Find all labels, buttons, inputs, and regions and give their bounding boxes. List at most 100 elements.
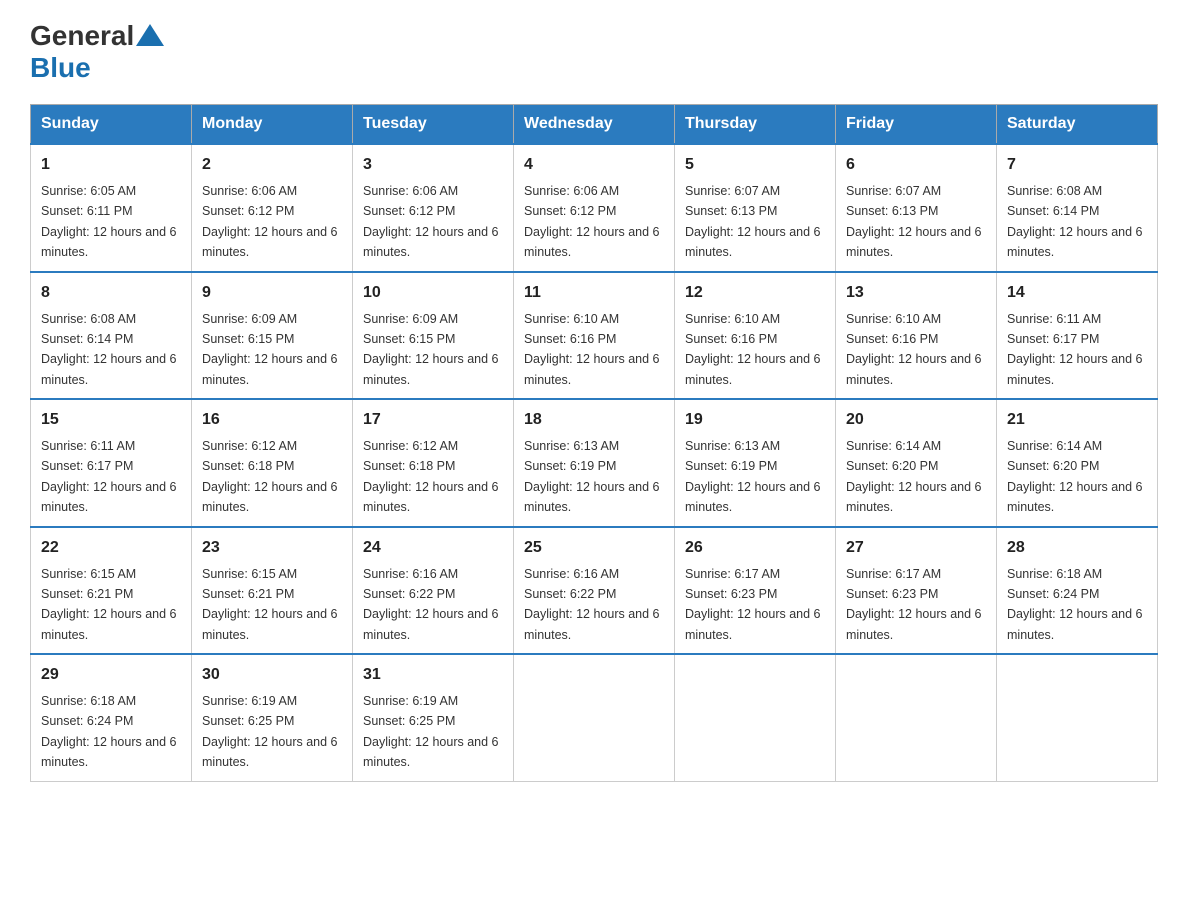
day-info: Sunrise: 6:14 AMSunset: 6:20 PMDaylight:… xyxy=(846,439,982,514)
logo-blue-text: Blue xyxy=(30,52,91,83)
calendar-cell: 31 Sunrise: 6:19 AMSunset: 6:25 PMDaylig… xyxy=(353,654,514,781)
day-number: 2 xyxy=(202,153,342,177)
calendar-cell: 5 Sunrise: 6:07 AMSunset: 6:13 PMDayligh… xyxy=(675,144,836,272)
logo-general: General xyxy=(30,20,134,51)
calendar-cell: 21 Sunrise: 6:14 AMSunset: 6:20 PMDaylig… xyxy=(997,399,1158,527)
col-header-monday: Monday xyxy=(192,105,353,145)
calendar-cell: 4 Sunrise: 6:06 AMSunset: 6:12 PMDayligh… xyxy=(514,144,675,272)
day-number: 13 xyxy=(846,281,986,305)
day-info: Sunrise: 6:06 AMSunset: 6:12 PMDaylight:… xyxy=(363,184,499,259)
col-header-thursday: Thursday xyxy=(675,105,836,145)
day-info: Sunrise: 6:19 AMSunset: 6:25 PMDaylight:… xyxy=(202,694,338,769)
day-number: 30 xyxy=(202,663,342,687)
day-info: Sunrise: 6:11 AMSunset: 6:17 PMDaylight:… xyxy=(1007,312,1143,387)
calendar-cell xyxy=(514,654,675,781)
col-header-friday: Friday xyxy=(836,105,997,145)
logo-triangle-icon xyxy=(136,24,164,46)
day-info: Sunrise: 6:16 AMSunset: 6:22 PMDaylight:… xyxy=(363,567,499,642)
week-row-1: 1 Sunrise: 6:05 AMSunset: 6:11 PMDayligh… xyxy=(31,144,1158,272)
day-number: 26 xyxy=(685,536,825,560)
day-number: 20 xyxy=(846,408,986,432)
day-number: 31 xyxy=(363,663,503,687)
calendar-cell: 28 Sunrise: 6:18 AMSunset: 6:24 PMDaylig… xyxy=(997,527,1158,655)
calendar-cell: 30 Sunrise: 6:19 AMSunset: 6:25 PMDaylig… xyxy=(192,654,353,781)
week-row-3: 15 Sunrise: 6:11 AMSunset: 6:17 PMDaylig… xyxy=(31,399,1158,527)
day-info: Sunrise: 6:18 AMSunset: 6:24 PMDaylight:… xyxy=(1007,567,1143,642)
day-number: 6 xyxy=(846,153,986,177)
day-info: Sunrise: 6:07 AMSunset: 6:13 PMDaylight:… xyxy=(685,184,821,259)
day-info: Sunrise: 6:19 AMSunset: 6:25 PMDaylight:… xyxy=(363,694,499,769)
col-header-saturday: Saturday xyxy=(997,105,1158,145)
day-number: 10 xyxy=(363,281,503,305)
day-info: Sunrise: 6:09 AMSunset: 6:15 PMDaylight:… xyxy=(202,312,338,387)
day-info: Sunrise: 6:08 AMSunset: 6:14 PMDaylight:… xyxy=(41,312,177,387)
day-number: 14 xyxy=(1007,281,1147,305)
day-number: 29 xyxy=(41,663,181,687)
day-info: Sunrise: 6:13 AMSunset: 6:19 PMDaylight:… xyxy=(685,439,821,514)
week-row-2: 8 Sunrise: 6:08 AMSunset: 6:14 PMDayligh… xyxy=(31,272,1158,400)
calendar-cell: 19 Sunrise: 6:13 AMSunset: 6:19 PMDaylig… xyxy=(675,399,836,527)
col-header-tuesday: Tuesday xyxy=(353,105,514,145)
calendar-cell: 24 Sunrise: 6:16 AMSunset: 6:22 PMDaylig… xyxy=(353,527,514,655)
day-info: Sunrise: 6:17 AMSunset: 6:23 PMDaylight:… xyxy=(685,567,821,642)
day-number: 8 xyxy=(41,281,181,305)
day-info: Sunrise: 6:06 AMSunset: 6:12 PMDaylight:… xyxy=(202,184,338,259)
calendar-cell: 6 Sunrise: 6:07 AMSunset: 6:13 PMDayligh… xyxy=(836,144,997,272)
calendar-cell: 11 Sunrise: 6:10 AMSunset: 6:16 PMDaylig… xyxy=(514,272,675,400)
calendar-cell: 29 Sunrise: 6:18 AMSunset: 6:24 PMDaylig… xyxy=(31,654,192,781)
calendar-cell: 25 Sunrise: 6:16 AMSunset: 6:22 PMDaylig… xyxy=(514,527,675,655)
day-info: Sunrise: 6:07 AMSunset: 6:13 PMDaylight:… xyxy=(846,184,982,259)
day-info: Sunrise: 6:11 AMSunset: 6:17 PMDaylight:… xyxy=(41,439,177,514)
day-info: Sunrise: 6:15 AMSunset: 6:21 PMDaylight:… xyxy=(41,567,177,642)
calendar-cell: 27 Sunrise: 6:17 AMSunset: 6:23 PMDaylig… xyxy=(836,527,997,655)
calendar-cell: 15 Sunrise: 6:11 AMSunset: 6:17 PMDaylig… xyxy=(31,399,192,527)
calendar-header-row: SundayMondayTuesdayWednesdayThursdayFrid… xyxy=(31,105,1158,145)
day-number: 19 xyxy=(685,408,825,432)
day-number: 9 xyxy=(202,281,342,305)
day-info: Sunrise: 6:12 AMSunset: 6:18 PMDaylight:… xyxy=(202,439,338,514)
calendar-table: SundayMondayTuesdayWednesdayThursdayFrid… xyxy=(30,104,1158,782)
day-number: 7 xyxy=(1007,153,1147,177)
calendar-cell: 20 Sunrise: 6:14 AMSunset: 6:20 PMDaylig… xyxy=(836,399,997,527)
day-info: Sunrise: 6:16 AMSunset: 6:22 PMDaylight:… xyxy=(524,567,660,642)
day-number: 17 xyxy=(363,408,503,432)
calendar-cell: 22 Sunrise: 6:15 AMSunset: 6:21 PMDaylig… xyxy=(31,527,192,655)
calendar-cell xyxy=(675,654,836,781)
calendar-cell: 13 Sunrise: 6:10 AMSunset: 6:16 PMDaylig… xyxy=(836,272,997,400)
calendar-cell: 14 Sunrise: 6:11 AMSunset: 6:17 PMDaylig… xyxy=(997,272,1158,400)
week-row-4: 22 Sunrise: 6:15 AMSunset: 6:21 PMDaylig… xyxy=(31,527,1158,655)
day-number: 15 xyxy=(41,408,181,432)
day-number: 18 xyxy=(524,408,664,432)
day-info: Sunrise: 6:13 AMSunset: 6:19 PMDaylight:… xyxy=(524,439,660,514)
day-info: Sunrise: 6:09 AMSunset: 6:15 PMDaylight:… xyxy=(363,312,499,387)
calendar-cell: 16 Sunrise: 6:12 AMSunset: 6:18 PMDaylig… xyxy=(192,399,353,527)
day-number: 27 xyxy=(846,536,986,560)
day-number: 24 xyxy=(363,536,503,560)
logo: General Blue xyxy=(30,20,164,84)
day-info: Sunrise: 6:17 AMSunset: 6:23 PMDaylight:… xyxy=(846,567,982,642)
day-number: 21 xyxy=(1007,408,1147,432)
calendar-cell: 18 Sunrise: 6:13 AMSunset: 6:19 PMDaylig… xyxy=(514,399,675,527)
day-number: 11 xyxy=(524,281,664,305)
col-header-wednesday: Wednesday xyxy=(514,105,675,145)
day-info: Sunrise: 6:05 AMSunset: 6:11 PMDaylight:… xyxy=(41,184,177,259)
calendar-cell xyxy=(997,654,1158,781)
calendar-cell: 10 Sunrise: 6:09 AMSunset: 6:15 PMDaylig… xyxy=(353,272,514,400)
calendar-cell: 8 Sunrise: 6:08 AMSunset: 6:14 PMDayligh… xyxy=(31,272,192,400)
day-number: 23 xyxy=(202,536,342,560)
day-number: 16 xyxy=(202,408,342,432)
logo-text-main: General Blue xyxy=(30,20,164,84)
day-info: Sunrise: 6:12 AMSunset: 6:18 PMDaylight:… xyxy=(363,439,499,514)
day-number: 5 xyxy=(685,153,825,177)
day-info: Sunrise: 6:10 AMSunset: 6:16 PMDaylight:… xyxy=(685,312,821,387)
day-info: Sunrise: 6:18 AMSunset: 6:24 PMDaylight:… xyxy=(41,694,177,769)
calendar-cell: 3 Sunrise: 6:06 AMSunset: 6:12 PMDayligh… xyxy=(353,144,514,272)
day-number: 25 xyxy=(524,536,664,560)
day-info: Sunrise: 6:15 AMSunset: 6:21 PMDaylight:… xyxy=(202,567,338,642)
day-info: Sunrise: 6:14 AMSunset: 6:20 PMDaylight:… xyxy=(1007,439,1143,514)
calendar-cell: 7 Sunrise: 6:08 AMSunset: 6:14 PMDayligh… xyxy=(997,144,1158,272)
day-number: 22 xyxy=(41,536,181,560)
week-row-5: 29 Sunrise: 6:18 AMSunset: 6:24 PMDaylig… xyxy=(31,654,1158,781)
day-info: Sunrise: 6:10 AMSunset: 6:16 PMDaylight:… xyxy=(846,312,982,387)
day-info: Sunrise: 6:06 AMSunset: 6:12 PMDaylight:… xyxy=(524,184,660,259)
